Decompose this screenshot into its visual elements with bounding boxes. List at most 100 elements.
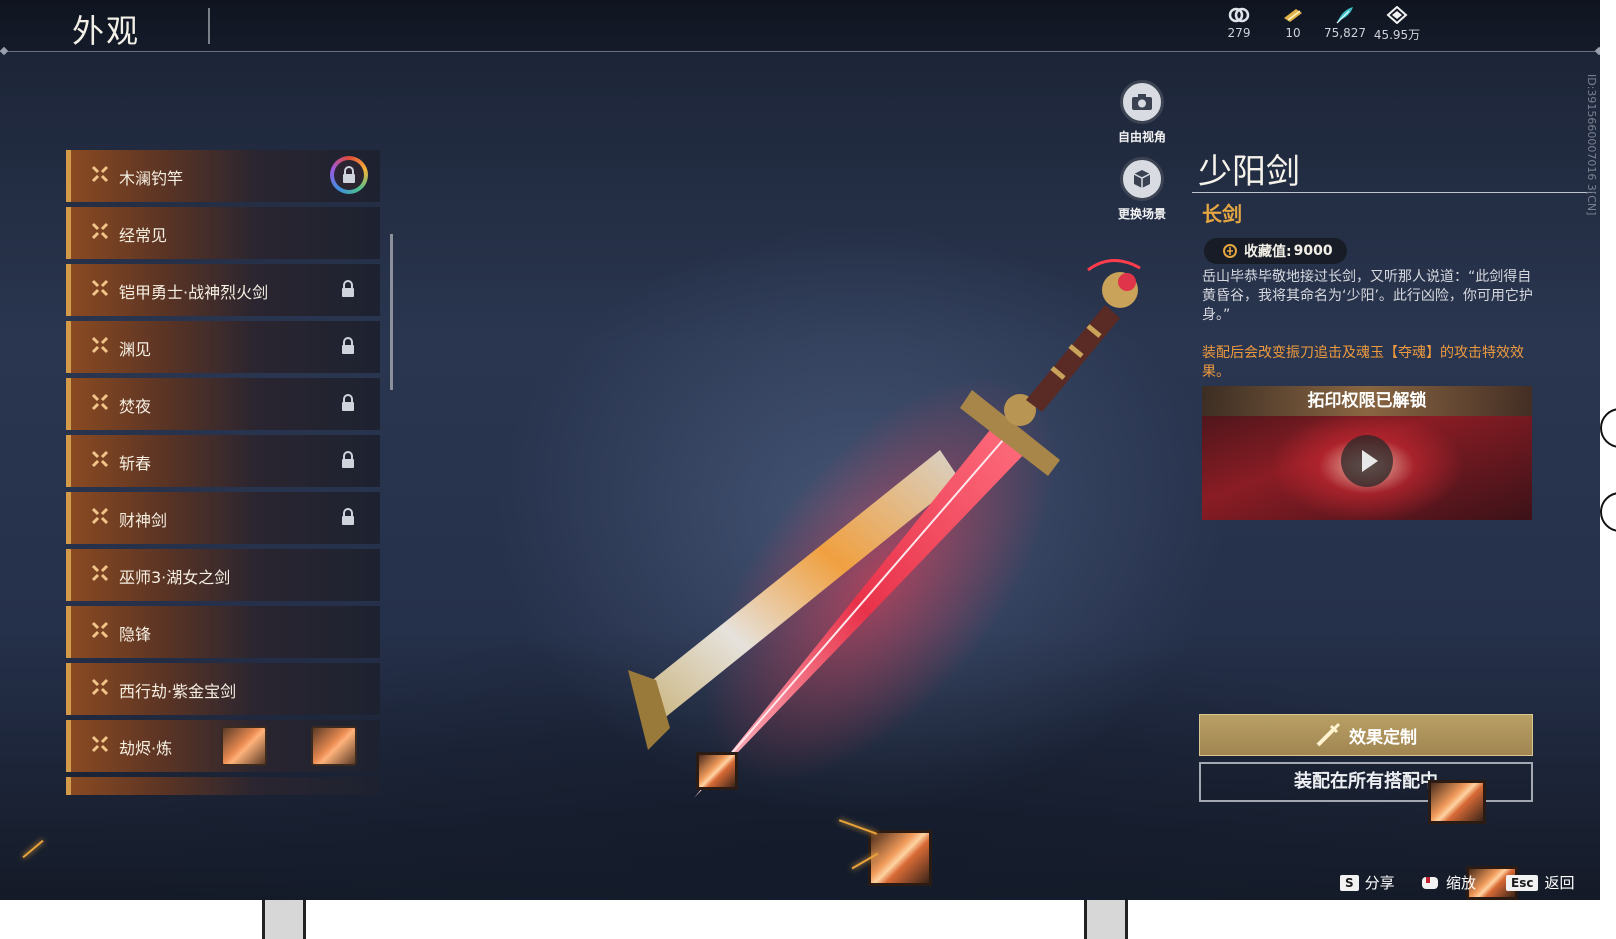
item-type: 长剑 (1202, 202, 1242, 226)
equip-mark-icon (91, 564, 109, 582)
page-title: 外观 (72, 12, 141, 50)
equip-mark-icon (91, 507, 109, 525)
equip-mark-icon (91, 336, 109, 354)
effect-custom-button[interactable]: 效果定制 (1199, 714, 1533, 756)
lantern-decoration (1428, 780, 1486, 824)
lantern-decoration (221, 726, 267, 766)
lantern-decoration (696, 752, 738, 790)
list-item[interactable]: 木澜钓竿 (66, 150, 380, 202)
equip-mark-icon (91, 279, 109, 297)
lock-icon (342, 337, 354, 354)
back-hint[interactable]: Esc 返回 (1506, 872, 1574, 893)
list-item[interactable]: 焚夜 (66, 378, 380, 430)
frame-post (1084, 900, 1128, 939)
build-id-text: ID:3915660007016 3[CN] (1585, 74, 1598, 216)
frame-post (262, 900, 306, 939)
item-label: 焚夜 (119, 397, 152, 416)
equip-all-label: 装配在所有搭配中 (1294, 771, 1438, 792)
currency-gem: 45.95万 (1367, 6, 1427, 43)
list-item[interactable]: 财神剑 (66, 492, 380, 544)
camera-icon (1120, 80, 1164, 124)
lantern-decoration (311, 726, 357, 766)
zoom-label: 缩放 (1446, 874, 1477, 892)
list-item[interactable]: 渊见 (66, 321, 380, 373)
mouse-icon (1422, 876, 1438, 889)
frame-arc (1600, 408, 1616, 448)
free-view-button[interactable]: 自由视角 (1102, 80, 1182, 145)
list-item[interactable]: 斩春 (66, 435, 380, 487)
skin-list[interactable]: 木澜钓竿 经常见 铠甲勇士·战神烈火剑 渊见 焚夜 斩春 财神剑 巫师3·湖女之… (66, 150, 380, 795)
free-view-label: 自由视角 (1117, 130, 1166, 144)
change-scene-label: 更换场景 (1117, 207, 1166, 221)
list-scrollbar[interactable] (390, 234, 393, 390)
lock-icon (343, 166, 355, 183)
equip-mark-icon (91, 165, 109, 183)
list-item[interactable]: 经常见 (66, 207, 380, 259)
equip-mark-icon (91, 393, 109, 411)
currency-spirit: 279 (1209, 6, 1269, 40)
item-label: 经常见 (119, 226, 168, 245)
lock-icon (342, 508, 354, 525)
sword-icon (1316, 722, 1341, 747)
collect-value-badge: 收藏值: 9000 (1204, 238, 1347, 264)
sword-model (628, 259, 1141, 798)
back-key: Esc (1506, 874, 1539, 891)
equip-mark-icon (91, 222, 109, 240)
equip-mark-icon (91, 621, 109, 639)
currency-value: 75,827 (1324, 26, 1366, 40)
play-icon[interactable] (1341, 435, 1393, 487)
special-lock-badge (330, 156, 368, 194)
equip-mark-icon (91, 735, 109, 753)
name-divider (1192, 192, 1592, 193)
currency-value: 45.95万 (1373, 28, 1421, 42)
item-label: 西行劫·紫金宝剑 (119, 682, 237, 701)
collect-label: 收藏值: (1244, 244, 1292, 260)
collection-icon (1223, 244, 1237, 258)
top-bar: 外观 279 10 75,827 45.95万 (0, 0, 1600, 52)
currency-feather: 75,827 (1315, 6, 1375, 40)
item-label: 铠甲勇士·战神烈火剑 (119, 283, 269, 302)
equip-mark-icon (91, 678, 109, 696)
share-hint[interactable]: S 分享 (1340, 872, 1395, 893)
item-label: 劫烬·炼 (119, 739, 173, 758)
effect-custom-label: 效果定制 (1349, 727, 1417, 748)
list-item-partial[interactable] (66, 777, 380, 795)
video-title-bar: 拓印权限已解锁 (1202, 386, 1532, 416)
currency-ticket: 10 (1263, 6, 1323, 40)
list-item[interactable]: 西行劫·紫金宝剑 (66, 663, 380, 715)
list-item[interactable]: 巫师3·湖女之剑 (66, 549, 380, 601)
back-label: 返回 (1544, 874, 1575, 892)
share-key: S (1340, 874, 1359, 891)
lock-icon (342, 280, 354, 297)
item-label: 渊见 (119, 340, 152, 359)
lantern-decoration (868, 830, 932, 886)
item-label: 巫师3·湖女之剑 (119, 568, 231, 587)
share-label: 分享 (1364, 874, 1395, 892)
spirit-icon (1228, 7, 1250, 23)
item-label: 斩春 (119, 454, 152, 473)
feather-icon (1336, 7, 1353, 24)
currency-value: 10 (1285, 26, 1301, 40)
frame-arc (1600, 492, 1616, 532)
zoom-hint[interactable]: 缩放 (1420, 872, 1476, 893)
item-label: 隐锋 (119, 625, 152, 644)
title-divider (208, 8, 210, 44)
item-description: 岳山毕恭毕敬地接过长剑，又听那人说道：“此剑得自黄昏谷，我将其命名为‘少阳’。此… (1202, 269, 1533, 323)
preview-video-card[interactable]: 拓印权限已解锁 (1202, 386, 1532, 520)
change-scene-button[interactable]: 更换场景 (1102, 157, 1182, 222)
item-label: 财神剑 (119, 511, 168, 530)
list-item[interactable]: 隐锋 (66, 606, 380, 658)
lock-icon (342, 451, 354, 468)
ticket-icon (1284, 9, 1302, 22)
scene-cube-icon (1120, 157, 1164, 201)
item-label: 木澜钓竿 (119, 169, 184, 188)
collect-value: 9000 (1293, 243, 1333, 259)
game-screen: 外观 279 10 75,827 45.95万 木澜钓竿 经常见 铠甲勇士·战神… (0, 0, 1600, 900)
item-effect-text: 装配后会改变振刀追击及魂玉【夺魂】的攻击特效效果。 (1202, 345, 1524, 380)
list-item[interactable]: 劫烬·炼 (66, 720, 380, 772)
lock-icon (342, 394, 354, 411)
video-title: 拓印权限已解锁 (1307, 391, 1427, 411)
list-item[interactable]: 铠甲勇士·战神烈火剑 (66, 264, 380, 316)
lava-crack (22, 839, 44, 859)
currency-value: 279 (1227, 26, 1251, 40)
